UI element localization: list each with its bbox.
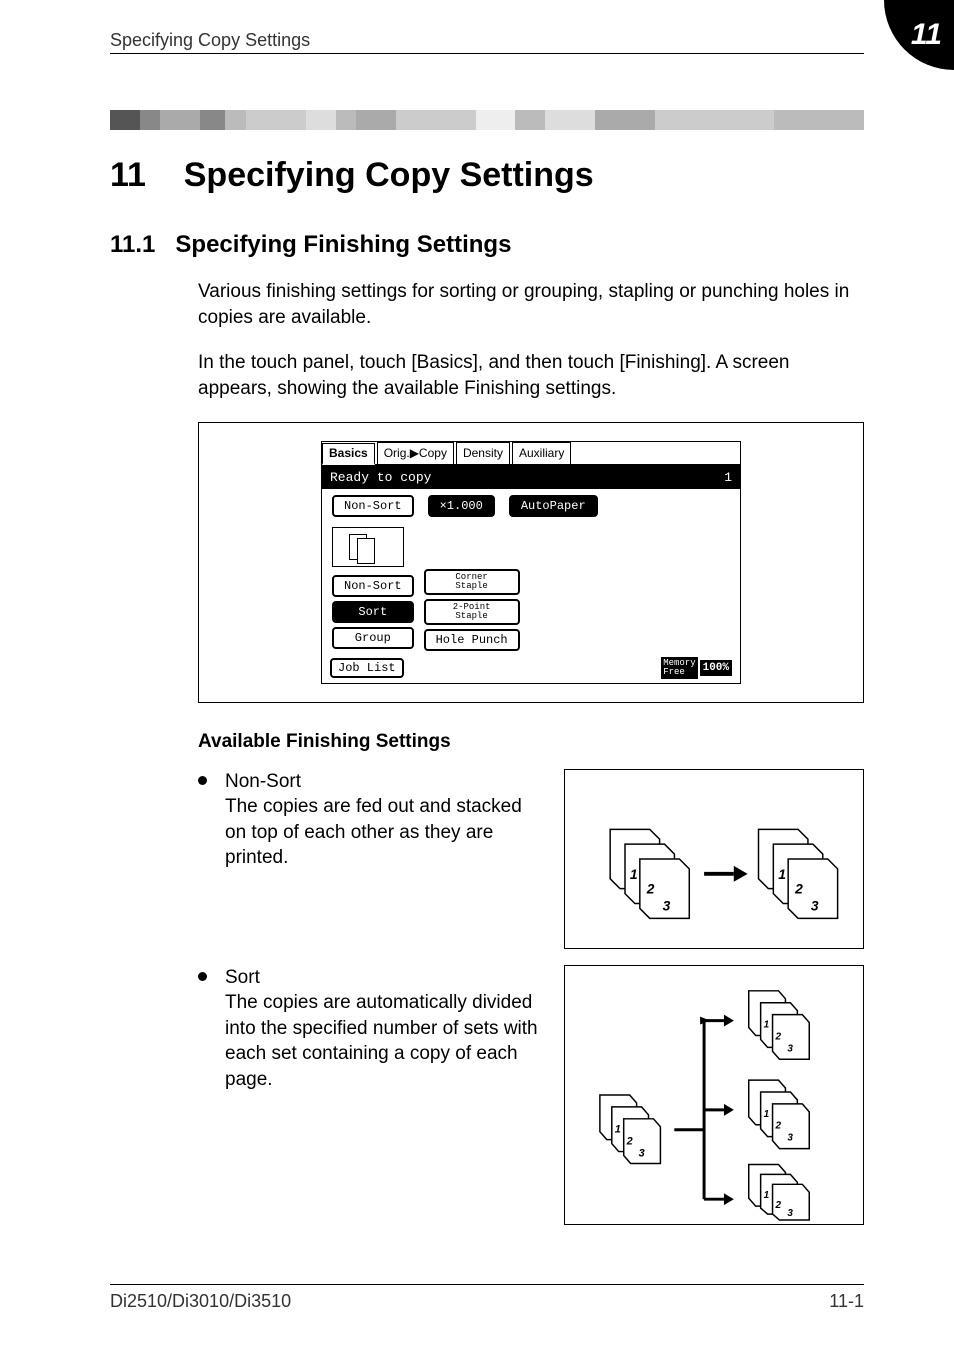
section-name: Specifying Finishing Settings <box>175 231 511 258</box>
footer-page-number: 11-1 <box>829 1291 864 1312</box>
svg-text:1: 1 <box>764 1190 770 1201</box>
touch-panel: Basics Orig.▶Copy Density Auxiliary Read… <box>321 441 741 684</box>
svg-text:2: 2 <box>794 880 803 896</box>
option-sort[interactable]: Sort <box>332 601 414 623</box>
paper-stack-icon <box>332 527 404 567</box>
memory-free-label: Memory Free <box>661 657 697 679</box>
option-group[interactable]: Group <box>332 627 414 649</box>
touch-panel-body: Non-Sort Sort Group Corner Staple 2-Poin… <box>322 523 740 657</box>
available-finishing-heading: Available Finishing Settings <box>198 731 864 753</box>
bullet-sort-desc: The copies are automatically divided int… <box>225 992 538 1090</box>
touch-panel-footer: Job List Memory Free 100% <box>322 657 740 683</box>
page-footer: Di2510/Di3010/Di3510 11-1 <box>110 1284 864 1312</box>
svg-text:1: 1 <box>630 865 638 881</box>
option-nonsort[interactable]: Non-Sort <box>332 575 414 597</box>
svg-text:3: 3 <box>787 1132 793 1143</box>
memory-free-value: 100% <box>700 660 732 676</box>
footer-model: Di2510/Di3010/Di3510 <box>110 1291 291 1312</box>
tab-orig-copy[interactable]: Orig.▶Copy <box>377 442 454 464</box>
svg-text:3: 3 <box>663 897 671 913</box>
touch-panel-right-col: Corner Staple 2-Point Staple Hole Punch <box>424 569 520 651</box>
job-list-button[interactable]: Job List <box>330 658 404 678</box>
touch-panel-tabs: Basics Orig.▶Copy Density Auxiliary <box>322 442 740 466</box>
paragraph-2: In the touch panel, touch [Basics], and … <box>198 350 864 401</box>
svg-text:2: 2 <box>775 1200 782 1211</box>
svg-text:3: 3 <box>639 1147 645 1159</box>
diagram-sort: 1 2 3 <box>564 965 864 1225</box>
corner-tab-number: 11 <box>911 18 942 52</box>
touch-panel-left-col: Non-Sort Sort Group <box>332 527 414 651</box>
option-2point-staple[interactable]: 2-Point Staple <box>424 599 520 625</box>
chapter-number: 11 <box>110 156 146 194</box>
bullet-sort-text: Sort The copies are automatically divide… <box>225 965 546 1093</box>
bullet-sort-title: Sort <box>225 965 546 991</box>
option-corner-staple[interactable]: Corner Staple <box>424 569 520 595</box>
svg-text:2: 2 <box>626 1135 633 1147</box>
section-title: 11.1 Specifying Finishing Settings <box>110 231 864 259</box>
svg-text:3: 3 <box>811 897 819 913</box>
tab-density[interactable]: Density <box>456 442 510 464</box>
svg-text:3: 3 <box>787 1208 793 1219</box>
running-title: Specifying Copy Settings <box>110 30 310 51</box>
svg-text:1: 1 <box>615 1123 621 1135</box>
tab-auxiliary[interactable]: Auxiliary <box>512 442 571 464</box>
memory-free-badge: Memory Free 100% <box>661 657 732 679</box>
option-hole-punch[interactable]: Hole Punch <box>424 629 520 651</box>
svg-text:2: 2 <box>646 880 655 896</box>
bullet-sort: Sort The copies are automatically divide… <box>198 965 864 1225</box>
svg-text:1: 1 <box>778 865 786 881</box>
touch-panel-status: Ready to copy 1 <box>322 466 740 489</box>
touch-panel-summary-row: Non-Sort ×1.000 AutoPaper <box>322 489 740 523</box>
bullet-nonsort-desc: The copies are fed out and stacked on to… <box>225 796 522 868</box>
summary-autopaper[interactable]: AutoPaper <box>509 495 598 517</box>
chapter-title: 11 Specifying Copy Settings <box>110 156 864 195</box>
bullet-dot-icon <box>198 776 207 785</box>
screenshot-frame: Basics Orig.▶Copy Density Auxiliary Read… <box>198 422 864 703</box>
svg-text:1: 1 <box>764 1108 770 1119</box>
page-header: Specifying Copy Settings <box>110 30 864 54</box>
svg-text:1: 1 <box>764 1019 770 1030</box>
bullet-nonsort-text: Non-Sort The copies are fed out and stac… <box>225 769 546 872</box>
status-count: 1 <box>724 470 732 485</box>
bullet-nonsort-title: Non-Sort <box>225 769 546 795</box>
bullet-dot-icon <box>198 972 207 981</box>
section-number: 11.1 <box>110 231 155 258</box>
svg-text:3: 3 <box>787 1043 793 1054</box>
tab-basics[interactable]: Basics <box>322 443 375 465</box>
decorative-divider <box>110 110 864 130</box>
bullet-nonsort: Non-Sort The copies are fed out and stac… <box>198 769 864 949</box>
status-text: Ready to copy <box>330 470 431 485</box>
svg-text:2: 2 <box>775 1120 782 1131</box>
diagram-nonsort: 1 2 3 1 2 3 <box>564 769 864 949</box>
summary-nonsort[interactable]: Non-Sort <box>332 495 414 517</box>
svg-text:2: 2 <box>775 1031 782 1042</box>
chapter-name: Specifying Copy Settings <box>184 156 594 194</box>
summary-zoom[interactable]: ×1.000 <box>428 495 495 517</box>
paragraph-1: Various finishing settings for sorting o… <box>198 279 864 330</box>
